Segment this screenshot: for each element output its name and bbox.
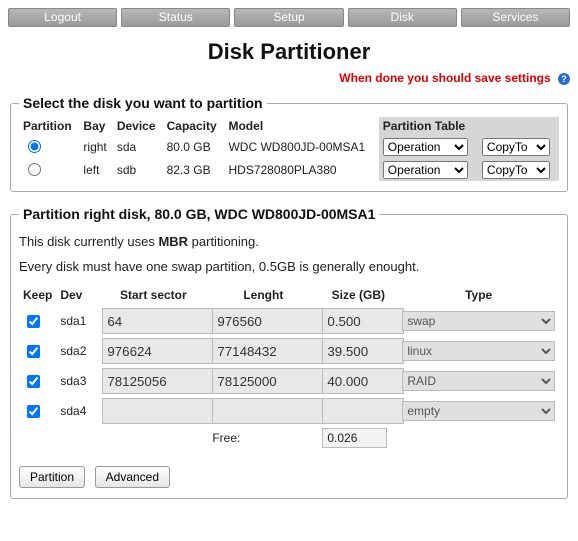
start-input-sda1[interactable] <box>102 308 214 334</box>
partition-info: This disk currently uses MBR partitionin… <box>19 234 559 274</box>
size-input-sda3[interactable] <box>322 368 404 394</box>
nav-logout[interactable]: Logout <box>8 8 117 27</box>
size-input-sda1[interactable] <box>322 308 404 334</box>
hdr-len: Lenght <box>208 284 318 306</box>
keep-check-sda1[interactable] <box>27 315 40 328</box>
type-select-sda3[interactable]: RAID <box>402 371 555 391</box>
cell-dev: sda1 <box>56 306 98 336</box>
partition-button[interactable]: Partition <box>19 466 85 488</box>
free-value: 0.026 <box>322 428 387 448</box>
operation-select-sda[interactable]: Operation <box>383 138 468 156</box>
hdr-device: Device <box>113 117 163 135</box>
size-input-sda2[interactable] <box>322 338 404 364</box>
keep-check-sda4[interactable] <box>27 405 40 418</box>
cell-dev: sdb <box>113 158 163 181</box>
disk-row: right sda 80.0 GB WDC WD800JD-00MSA1 Ope… <box>19 135 559 158</box>
len-input-sda2[interactable] <box>212 338 324 364</box>
type-select-sda4[interactable]: empty <box>402 401 555 421</box>
partition-row: sda1 swap <box>19 306 559 336</box>
free-label: Free: <box>208 426 318 450</box>
disk-table: Partition Bay Device Capacity Model Part… <box>19 117 559 181</box>
free-row: Free: 0.026 <box>19 426 559 450</box>
disk-select-legend: Select the disk you want to partition <box>19 95 267 111</box>
cell-cap: 80.0 GB <box>163 135 225 158</box>
nav-services[interactable]: Services <box>461 8 570 27</box>
hdr-start: Start sector <box>98 284 208 306</box>
save-warning: When done you should save settings ? <box>8 71 570 85</box>
partition-legend: Partition right disk, 80.0 GB, WDC WD800… <box>19 206 379 222</box>
cell-model: HDS728080PLA380 <box>224 158 378 181</box>
operation-select-sdb[interactable]: Operation <box>383 161 468 179</box>
disk-radio-sda[interactable] <box>28 140 41 153</box>
copyto-select-sdb[interactable]: CopyTo <box>482 161 550 179</box>
hdr-partition: Partition <box>19 117 79 135</box>
disk-select-group: Select the disk you want to partition Pa… <box>10 95 568 192</box>
hdr-type: Type <box>398 284 559 306</box>
start-input-sda4[interactable] <box>102 398 214 424</box>
page-title: Disk Partitioner <box>8 39 570 65</box>
partition-group: Partition right disk, 80.0 GB, WDC WD800… <box>10 206 568 499</box>
keep-check-sda2[interactable] <box>27 345 40 358</box>
len-input-sda4[interactable] <box>212 398 324 424</box>
type-select-sda1[interactable]: swap <box>402 311 555 331</box>
disk-radio-sdb[interactable] <box>28 163 41 176</box>
hdr-bay: Bay <box>79 117 112 135</box>
advanced-button[interactable]: Advanced <box>95 466 170 488</box>
cell-model: WDC WD800JD-00MSA1 <box>224 135 378 158</box>
cell-cap: 82.3 GB <box>163 158 225 181</box>
partition-table: Keep Dev Start sector Lenght Size (GB) T… <box>19 284 559 450</box>
cell-dev: sda3 <box>56 366 98 396</box>
partition-row: sda2 linux <box>19 336 559 366</box>
size-input-sda4[interactable] <box>322 398 404 424</box>
info-swap: Every disk must have one swap partition,… <box>19 259 559 274</box>
len-input-sda1[interactable] <box>212 308 324 334</box>
hdr-capacity: Capacity <box>163 117 225 135</box>
copyto-select-sda[interactable]: CopyTo <box>482 138 550 156</box>
type-select-sda2[interactable]: linux <box>402 341 555 361</box>
hdr-dev: Dev <box>56 284 98 306</box>
hdr-model: Model <box>224 117 378 135</box>
action-buttons: Partition Advanced <box>19 466 559 488</box>
hdr-partition-table: Partition Table <box>379 117 559 135</box>
cell-dev: sda <box>113 135 163 158</box>
hdr-keep: Keep <box>19 284 56 306</box>
partition-row: sda3 RAID <box>19 366 559 396</box>
cell-dev: sda4 <box>56 396 98 426</box>
cell-dev: sda2 <box>56 336 98 366</box>
partition-row: sda4 empty <box>19 396 559 426</box>
nav-setup[interactable]: Setup <box>234 8 343 27</box>
len-input-sda3[interactable] <box>212 368 324 394</box>
info-mbr: This disk currently uses MBR partitionin… <box>19 234 559 249</box>
start-input-sda2[interactable] <box>102 338 214 364</box>
nav-status[interactable]: Status <box>121 8 230 27</box>
save-warning-text: When done you should save settings <box>339 71 550 85</box>
cell-bay: left <box>79 158 112 181</box>
help-icon[interactable]: ? <box>558 73 570 85</box>
keep-check-sda3[interactable] <box>27 375 40 388</box>
cell-bay: right <box>79 135 112 158</box>
start-input-sda3[interactable] <box>102 368 214 394</box>
nav-disk[interactable]: Disk <box>348 8 457 27</box>
disk-row: left sdb 82.3 GB HDS728080PLA380 Operati… <box>19 158 559 181</box>
hdr-size: Size (GB) <box>318 284 398 306</box>
top-nav: Logout Status Setup Disk Services <box>8 8 570 27</box>
